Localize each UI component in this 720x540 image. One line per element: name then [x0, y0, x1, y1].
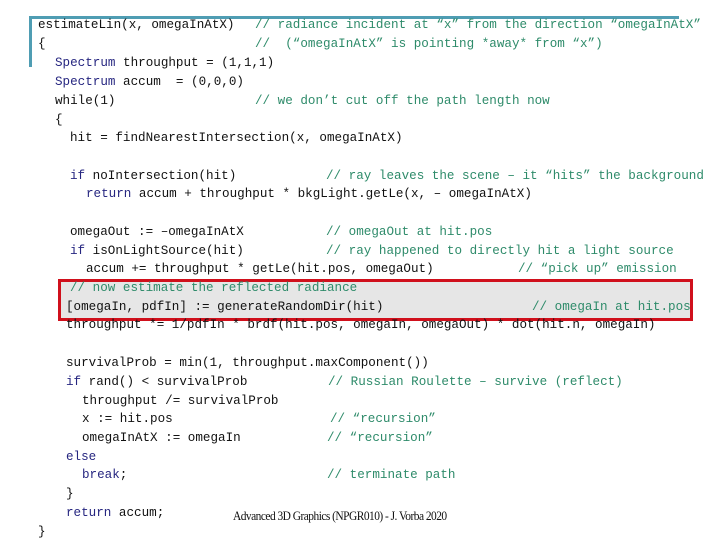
keyword: return	[86, 187, 132, 201]
code-comment: // omegaOut at hit.pos	[326, 225, 493, 239]
keyword: if	[70, 244, 86, 258]
keyword: Spectrum	[55, 56, 116, 70]
keyword: break	[82, 468, 120, 482]
code-line-while: while(1)	[55, 94, 116, 108]
code-comment: // “recursion”	[330, 412, 436, 426]
code-text: isOnLightSource(hit)	[85, 244, 244, 258]
code-line-throughput-init: Spectrum throughput = (1,1,1)	[55, 55, 274, 71]
code-line-function-signature: estimateLin(x, omegaInAtX)	[38, 17, 235, 33]
code-line-survival-prob: survivalProb = min(1, throughput.maxComp…	[66, 356, 429, 370]
code-text: accum;	[111, 506, 165, 520]
code-text: throughput = (1,1,1)	[115, 56, 275, 70]
code-line-return-accum: return accum;	[66, 505, 164, 521]
code-comment: // we don’t cut off the path length now	[255, 94, 550, 108]
code-line-omega-out: omegaOut := –omegaInAtX	[70, 225, 244, 239]
code-line-throughput-update: throughput *= 1/pdfIn * brdf(hit.pos, om…	[66, 318, 656, 332]
keyword: return	[66, 506, 112, 520]
code-text: accum + throughput * bkgLight.getLe(x, –…	[131, 187, 532, 201]
keyword: if	[70, 169, 86, 183]
code-comment: // omegaIn at hit.pos	[532, 300, 691, 314]
code-line-function-close-brace: }	[38, 525, 46, 539]
code-text: ;	[119, 468, 128, 482]
code-line-reflected-comment: // now estimate the reflected radiance	[70, 281, 358, 295]
code-text: accum = (0,0,0)	[115, 75, 244, 89]
code-line-find-intersection: hit = findNearestIntersection(x, omegaIn…	[70, 131, 403, 145]
keyword: if	[66, 375, 82, 389]
code-line-if-no-intersection: if noIntersection(hit)	[70, 168, 236, 184]
code-line-return-background: return accum + throughput * bkgLight.get…	[86, 186, 532, 202]
code-line-x-assign: x := hit.pos	[82, 412, 173, 426]
code-line-break: break;	[82, 467, 127, 483]
code-comment: // ray leaves the scene – it “hits” the …	[326, 169, 704, 183]
accent-bar-left	[29, 16, 32, 67]
code-line-loop-brace: {	[55, 113, 63, 127]
code-line-accum-init: Spectrum accum = (0,0,0)	[55, 74, 244, 90]
code-line-if-light-source: if isOnLightSource(hit)	[70, 243, 244, 259]
code-comment: // terminate path	[327, 468, 456, 482]
code-text: estimateLin(x, omegaInAtX)	[38, 18, 235, 32]
slide-footer: Advanced 3D Graphics (NPGR010) - J. Vorb…	[233, 508, 447, 523]
code-text: rand() < survivalProb	[81, 375, 248, 389]
code-comment: // Russian Roulette – survive (reflect)	[328, 375, 623, 389]
code-line-if-russian-roulette: if rand() < survivalProb	[66, 374, 247, 390]
code-comment: // radiance incident at “x” from the dir…	[255, 18, 701, 32]
keyword: Spectrum	[55, 75, 116, 89]
code-line-accum-emission: accum += throughput * getLe(hit.pos, ome…	[86, 262, 434, 276]
code-line-omega-assign: omegaInAtX := omegaIn	[82, 431, 241, 445]
code-line-loop-close-brace: }	[66, 487, 74, 501]
code-comment: // (“omegaInAtX” is pointing *away* from…	[255, 37, 603, 51]
code-comment: // “recursion”	[327, 431, 433, 445]
code-text: noIntersection(hit)	[85, 169, 237, 183]
code-comment: // “pick up” emission	[518, 262, 677, 276]
code-line-throughput-divide: throughput /= survivalProb	[82, 394, 279, 408]
code-line-else: else	[66, 450, 97, 464]
code-comment: // ray happened to directly hit a light …	[326, 244, 674, 258]
code-line-open-brace: {	[38, 37, 46, 51]
code-line-generate-random-dir: [omegaIn, pdfIn] := generateRandomDir(hi…	[66, 300, 384, 314]
